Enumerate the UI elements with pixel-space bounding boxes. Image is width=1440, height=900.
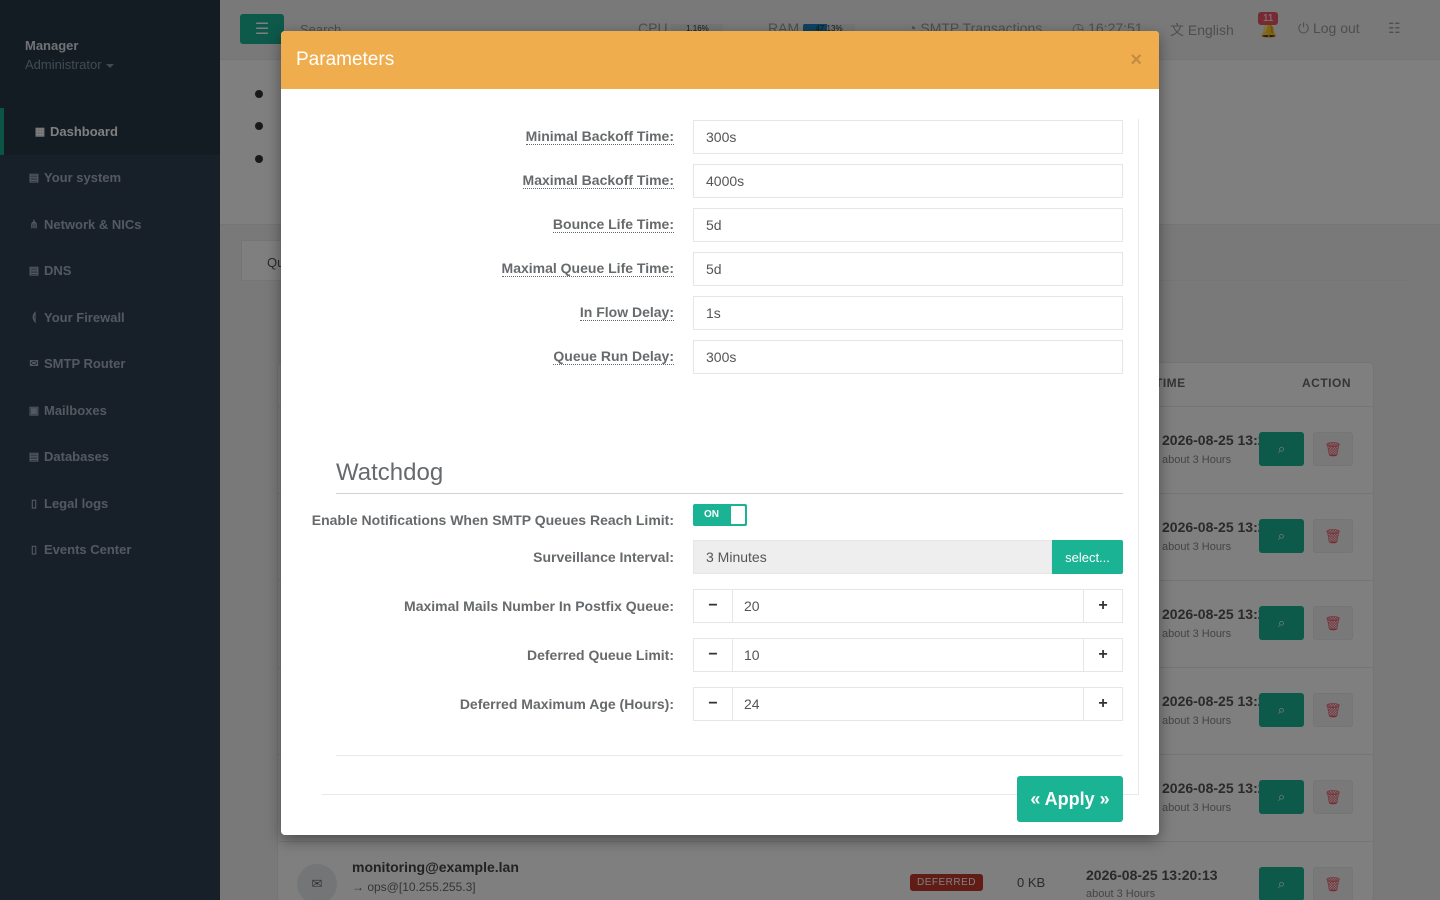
- enable-notifications-toggle[interactable]: ON: [693, 504, 747, 526]
- field-label: Enable Notifications When SMTP Queues Re…: [311, 512, 674, 528]
- increment-button[interactable]: +: [1083, 687, 1123, 721]
- field-label: In Flow Delay:: [579, 304, 674, 321]
- in-flow-delay-input[interactable]: 1s: [693, 296, 1123, 330]
- decrement-button[interactable]: −: [693, 589, 733, 623]
- form-row-max-queue-life: Maximal Queue Life Time: 5d: [336, 252, 1123, 286]
- decrement-button[interactable]: −: [693, 638, 733, 672]
- plus-icon: +: [1098, 597, 1108, 614]
- field-label: Maximal Queue Life Time:: [501, 260, 674, 277]
- max-queue-life-input[interactable]: 5d: [693, 252, 1123, 286]
- parameters-modal: Parameters × Minimal Backoff Time: 300s …: [281, 31, 1159, 835]
- form-row-min-backoff: Minimal Backoff Time: 300s: [336, 120, 1123, 154]
- deferred-limit-input[interactable]: 10: [732, 638, 1084, 672]
- field-label: Bounce Life Time:: [552, 216, 674, 233]
- min-backoff-input[interactable]: 300s: [693, 120, 1123, 154]
- modal-header: Parameters ×: [281, 31, 1159, 89]
- select-interval-button[interactable]: select...: [1052, 540, 1123, 574]
- queue-run-delay-input[interactable]: 300s: [693, 340, 1123, 374]
- field-label: Maximal Mails Number In Postfix Queue:: [404, 598, 674, 614]
- bounce-life-input[interactable]: 5d: [693, 208, 1123, 242]
- form-row-max-mails: Maximal Mails Number In Postfix Queue: −…: [336, 589, 1123, 623]
- form-row-queue-run-delay: Queue Run Delay: 300s: [336, 340, 1123, 374]
- field-label: Surveillance Interval:: [533, 549, 674, 565]
- form-row-enable-notifications: Enable Notifications When SMTP Queues Re…: [312, 503, 1123, 537]
- form-row-deferred-age: Deferred Maximum Age (Hours): − 24 +: [336, 687, 1123, 721]
- field-label: Maximal Backoff Time:: [522, 172, 674, 189]
- close-icon[interactable]: ×: [1130, 49, 1142, 72]
- form-row-deferred-limit: Deferred Queue Limit: − 10 +: [336, 638, 1123, 672]
- minus-icon: −: [708, 695, 718, 712]
- form-row-bounce-life: Bounce Life Time: 5d: [336, 208, 1123, 242]
- max-mails-input[interactable]: 20: [732, 589, 1084, 623]
- field-label: Minimal Backoff Time:: [525, 128, 674, 145]
- max-backoff-input[interactable]: 4000s: [693, 164, 1123, 198]
- field-label: Deferred Maximum Age (Hours):: [459, 696, 674, 712]
- minus-icon: −: [708, 597, 718, 614]
- plus-icon: +: [1098, 695, 1108, 712]
- section-title-watchdog: Watchdog: [336, 459, 1123, 494]
- increment-button[interactable]: +: [1083, 589, 1123, 623]
- surveillance-interval-field: 3 Minutes: [693, 540, 1052, 574]
- field-label: Deferred Queue Limit:: [526, 647, 674, 663]
- modal-title: Parameters: [296, 49, 395, 70]
- plus-icon: +: [1098, 646, 1108, 663]
- form-row-surveillance-interval: Surveillance Interval: 3 Minutes select.…: [336, 540, 1123, 574]
- form-row-in-flow-delay: In Flow Delay: 1s: [336, 296, 1123, 330]
- decrement-button[interactable]: −: [693, 687, 733, 721]
- toggle-knob: [731, 506, 745, 524]
- apply-button[interactable]: « Apply »: [1017, 776, 1123, 822]
- toggle-state: ON: [704, 509, 719, 520]
- minus-icon: −: [708, 646, 718, 663]
- deferred-age-input[interactable]: 24: [732, 687, 1084, 721]
- increment-button[interactable]: +: [1083, 638, 1123, 672]
- form-divider: [336, 755, 1123, 756]
- form-row-max-backoff: Maximal Backoff Time: 4000s: [336, 164, 1123, 198]
- field-label: Queue Run Delay:: [553, 348, 674, 365]
